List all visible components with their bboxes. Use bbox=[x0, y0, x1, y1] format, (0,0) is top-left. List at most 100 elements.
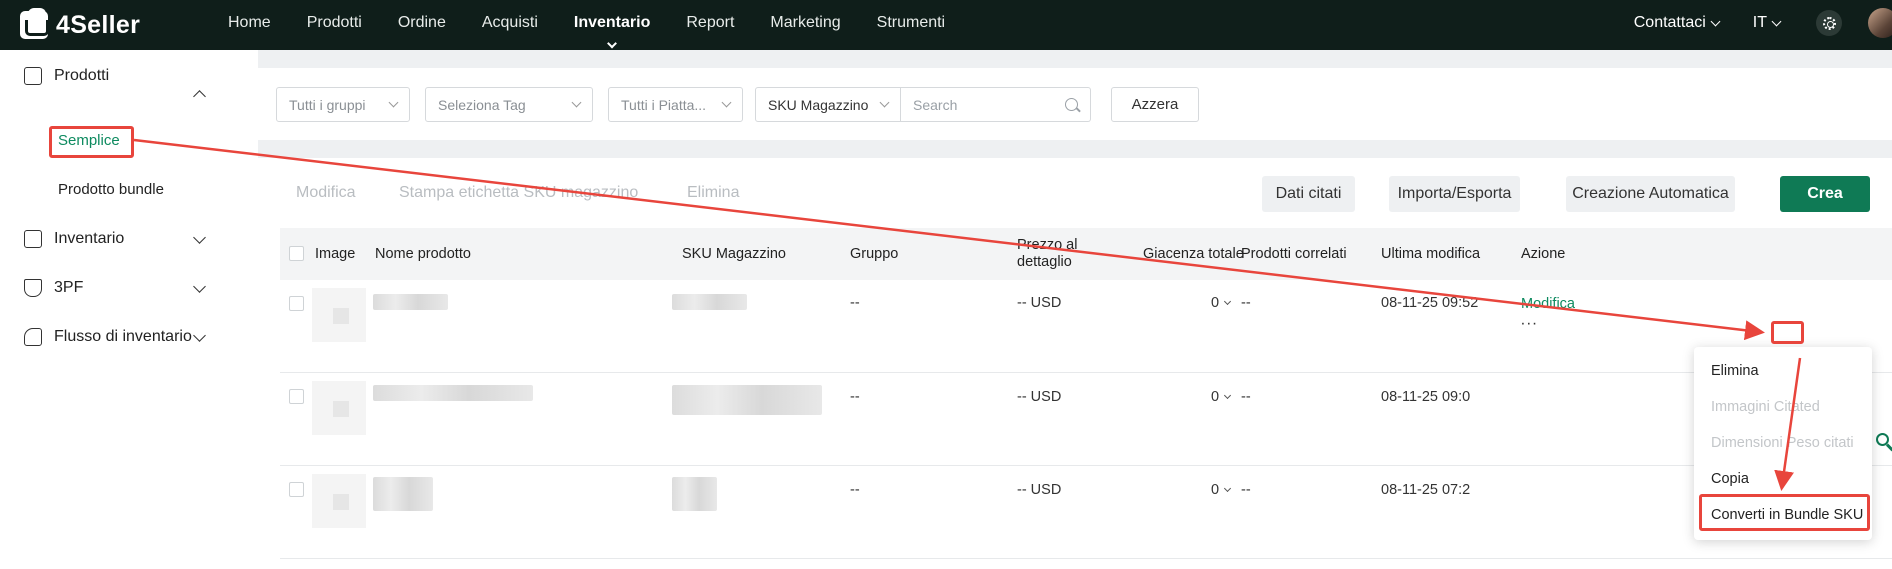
chevron-down-icon bbox=[879, 97, 890, 108]
chevron-down-icon bbox=[1224, 297, 1232, 306]
col-group: Gruppo bbox=[850, 246, 899, 262]
settings-button[interactable] bbox=[1816, 10, 1842, 36]
menu-item-copy[interactable]: Copia bbox=[1694, 461, 1872, 497]
chevron-down-icon bbox=[388, 97, 399, 108]
product-name-redacted bbox=[373, 477, 433, 511]
chevron-down-icon bbox=[1224, 391, 1232, 400]
auto-create-button[interactable]: Creazione Automatica bbox=[1566, 176, 1735, 212]
group-value: -- bbox=[850, 295, 860, 311]
stock-value[interactable]: 0 bbox=[1211, 295, 1232, 311]
inventory-icon bbox=[24, 230, 42, 248]
reset-button[interactable]: Azzera bbox=[1111, 87, 1199, 122]
product-thumbnail bbox=[312, 474, 366, 528]
chevron-down-icon[interactable] bbox=[193, 231, 206, 244]
modified-value: 08-11-25 07:2 bbox=[1381, 482, 1471, 498]
settings-icon bbox=[1822, 16, 1836, 30]
product-list-panel: Modifica Stampa etichetta SKU magazzino … bbox=[258, 158, 1892, 569]
brand-logo[interactable]: 4Seller bbox=[20, 8, 140, 42]
chevron-down-icon[interactable] bbox=[193, 329, 206, 342]
nav-ordine[interactable]: Ordine bbox=[398, 14, 446, 32]
sidebar-item-3pf[interactable]: 3PF bbox=[24, 279, 83, 297]
language-selector[interactable]: IT bbox=[1752, 14, 1782, 32]
language-label: IT bbox=[1752, 14, 1767, 31]
stock-value[interactable]: 0 bbox=[1211, 482, 1232, 498]
stock-number: 0 bbox=[1211, 389, 1220, 405]
search-input[interactable]: Search bbox=[901, 87, 1091, 122]
contact-menu[interactable]: Contattaci bbox=[1634, 14, 1721, 32]
bulk-delete-link[interactable]: Elimina bbox=[687, 184, 739, 202]
price-value: -- USD bbox=[1017, 295, 1062, 311]
nav-strumenti[interactable]: Strumenti bbox=[877, 14, 945, 32]
filter-bar: Tutti i gruppi Seleziona Tag Tutti i Pia… bbox=[258, 68, 1892, 140]
row-checkbox[interactable] bbox=[289, 296, 304, 311]
platform-select[interactable]: Tutti i Piatta... bbox=[608, 87, 743, 122]
related-value: -- bbox=[1241, 389, 1251, 405]
col-image: Image bbox=[315, 246, 356, 262]
menu-item-quoted-images: Immagini Citated bbox=[1711, 399, 1820, 415]
product-thumbnail bbox=[312, 381, 366, 435]
table-row: -- -- USD 0 -- 08-11-25 07:2 bbox=[280, 466, 1892, 559]
active-nav-indicator-icon bbox=[607, 38, 618, 49]
sku-type-value: SKU Magazzino bbox=[768, 96, 869, 113]
nav-inventario-label: Inventario bbox=[573, 14, 651, 31]
avatar[interactable] bbox=[1868, 8, 1892, 38]
sku-redacted bbox=[672, 294, 747, 310]
products-icon bbox=[24, 67, 42, 85]
table-header: Image Nome prodotto SKU Magazzino Gruppo… bbox=[280, 228, 1892, 280]
brand-name: 4Seller bbox=[56, 10, 141, 39]
highlight-semplice bbox=[49, 126, 134, 158]
sidebar-item-inventario[interactable]: Inventario bbox=[24, 230, 124, 248]
tag-select[interactable]: Seleziona Tag bbox=[425, 87, 593, 122]
floating-search-icon[interactable] bbox=[1872, 430, 1892, 454]
product-name-redacted bbox=[373, 385, 533, 401]
sidebar-item-prodotti[interactable]: Prodotti bbox=[24, 67, 109, 85]
group-select[interactable]: Tutti i gruppi bbox=[276, 87, 410, 122]
search-icon-handle bbox=[1886, 443, 1892, 451]
chevron-down-icon bbox=[1710, 16, 1721, 26]
nav-report[interactable]: Report bbox=[686, 14, 734, 32]
row-checkbox[interactable] bbox=[289, 389, 304, 404]
group-select-value: Tutti i gruppi bbox=[289, 96, 366, 113]
nav-acquisti[interactable]: Acquisti bbox=[482, 14, 538, 32]
sku-redacted bbox=[672, 385, 822, 415]
table-row: -- -- USD 0 -- 08-11-25 09:52 Modifica ·… bbox=[280, 280, 1892, 373]
sidebar-item-label: Flusso di inventario bbox=[54, 328, 192, 345]
chevron-down-icon bbox=[1224, 484, 1232, 493]
print-sku-label-link[interactable]: Stampa etichetta SKU magazzino bbox=[399, 184, 638, 202]
sidebar-item-flusso-di-inventario[interactable]: Flusso di inventario bbox=[24, 328, 192, 346]
search-icon[interactable] bbox=[1065, 98, 1078, 111]
quoted-data-button[interactable]: Dati citati bbox=[1262, 176, 1355, 212]
price-value: -- USD bbox=[1017, 482, 1062, 498]
nav-marketing[interactable]: Marketing bbox=[770, 14, 840, 32]
modified-value: 08-11-25 09:0 bbox=[1381, 389, 1471, 405]
sku-type-select[interactable]: SKU Magazzino bbox=[755, 87, 901, 122]
bulk-edit-link[interactable]: Modifica bbox=[296, 184, 356, 202]
col-last-modified: Ultima modifica bbox=[1381, 246, 1481, 262]
stock-number: 0 bbox=[1211, 482, 1220, 498]
related-value: -- bbox=[1241, 482, 1251, 498]
table-row: -- -- USD 0 -- 08-11-25 09:0 bbox=[280, 373, 1892, 466]
create-button[interactable]: Crea bbox=[1780, 176, 1870, 212]
col-total-stock: Giacenza totale bbox=[1143, 246, 1244, 262]
inventory-flow-icon bbox=[24, 328, 42, 346]
import-export-button[interactable]: Importa/Esporta bbox=[1389, 176, 1520, 212]
search-placeholder: Search bbox=[913, 96, 958, 113]
tag-select-value: Seleziona Tag bbox=[438, 96, 526, 113]
stock-value[interactable]: 0 bbox=[1211, 389, 1232, 405]
edit-row-link[interactable]: Modifica bbox=[1521, 296, 1575, 312]
menu-item-quoted-dimensions-weight: Dimensioni Peso citati bbox=[1711, 435, 1854, 451]
highlight-convert-bundle bbox=[1699, 494, 1870, 531]
top-right-controls: Contattaci IT bbox=[1634, 0, 1892, 46]
nav-prodotti[interactable]: Prodotti bbox=[307, 14, 362, 32]
nav-inventario[interactable]: Inventario bbox=[573, 14, 651, 49]
sidebar-item-prodotto-bundle[interactable]: Prodotto bundle bbox=[58, 181, 164, 198]
menu-item-delete[interactable]: Elimina bbox=[1694, 353, 1872, 389]
nav-home[interactable]: Home bbox=[228, 14, 271, 32]
group-value: -- bbox=[850, 482, 860, 498]
chevron-down-icon[interactable] bbox=[193, 280, 206, 293]
top-navigation-bar: 4Seller Home Prodotti Ordine Acquisti In… bbox=[0, 0, 1892, 50]
row-checkbox[interactable] bbox=[289, 482, 304, 497]
chevron-up-icon[interactable] bbox=[193, 90, 206, 103]
select-all-checkbox[interactable] bbox=[289, 246, 304, 261]
more-actions-button[interactable]: ··· bbox=[1514, 316, 1544, 337]
